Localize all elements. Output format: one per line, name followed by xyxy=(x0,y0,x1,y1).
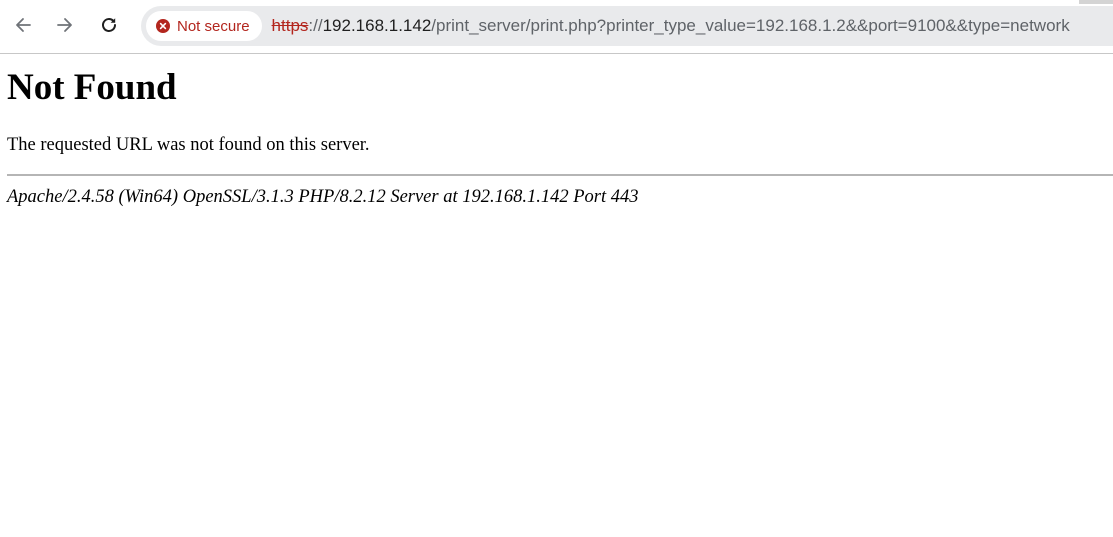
page-content: Not Found The requested URL was not foun… xyxy=(0,55,1113,537)
page-title: Not Found xyxy=(7,67,177,108)
address-bar[interactable]: Not secure https://192.168.1.142/print_s… xyxy=(141,6,1113,46)
error-message: The requested URL was not found on this … xyxy=(7,135,370,155)
security-label: Not secure xyxy=(177,17,250,35)
url-scheme: https xyxy=(271,16,309,35)
error-circle-icon xyxy=(156,19,170,33)
reload-button[interactable] xyxy=(93,9,125,41)
url-path: /print_server/print.php?printer_type_val… xyxy=(431,16,1070,35)
arrow-right-icon xyxy=(57,18,72,32)
arrow-left-icon xyxy=(16,18,31,32)
url-text[interactable]: https://192.168.1.142/print_server/print… xyxy=(272,16,1070,36)
divider xyxy=(7,174,1113,176)
security-indicator[interactable]: Not secure xyxy=(146,11,262,41)
back-button[interactable] xyxy=(7,9,39,41)
url-host: 192.168.1.142 xyxy=(322,16,432,35)
forward-button[interactable] xyxy=(49,9,81,41)
url-separator: :// xyxy=(308,16,323,35)
server-signature: Apache/2.4.58 (Win64) OpenSSL/3.1.3 PHP/… xyxy=(7,187,639,207)
window-corner-edge xyxy=(1079,0,1113,4)
reload-icon xyxy=(102,18,116,32)
browser-toolbar: Not secure https://192.168.1.142/print_s… xyxy=(0,0,1113,54)
